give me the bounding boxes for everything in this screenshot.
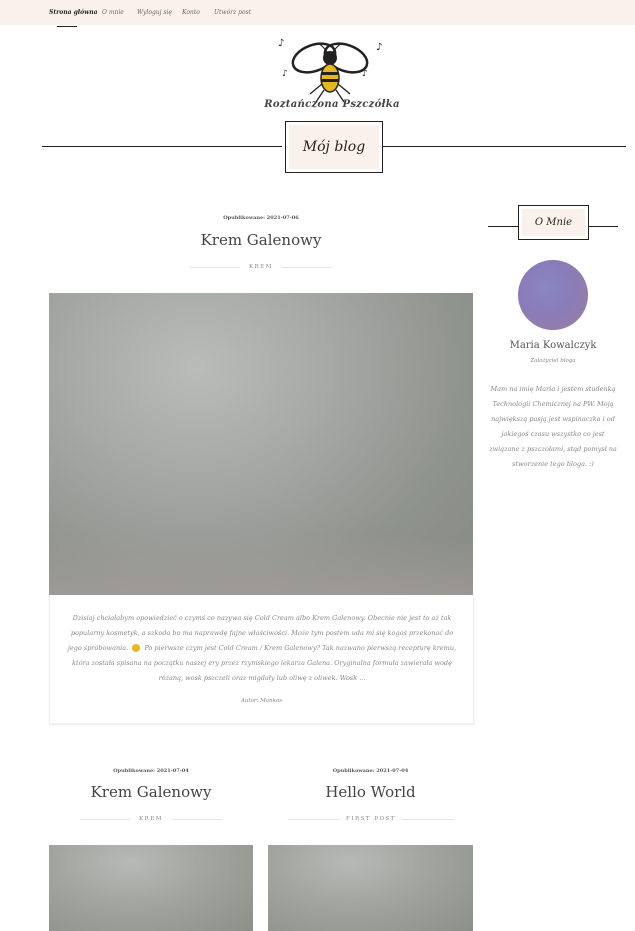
- post-title[interactable]: Krem Galenowy: [49, 231, 473, 249]
- svg-text:♪: ♪: [362, 69, 368, 79]
- post-title[interactable]: Hello World: [268, 783, 473, 801]
- svg-text:♪: ♪: [282, 69, 288, 79]
- post-thumbnail[interactable]: [49, 845, 253, 931]
- category-line-right: [282, 267, 332, 268]
- category-line-left: [190, 267, 240, 268]
- author-bio: Mam na imię Maria i jestem studenką Tech…: [489, 385, 617, 468]
- post-author: Autor: Monkos: [240, 698, 283, 704]
- category-line-right: [402, 819, 454, 820]
- image-shade: [49, 535, 473, 595]
- smile-emoji-icon: [132, 644, 141, 652]
- author-role: Założyciel bloga: [530, 358, 576, 364]
- post-date: Opublikowane: 2021-07-04: [113, 768, 189, 774]
- post-date: Opublikowane: 2021-07-04: [332, 768, 409, 774]
- avatar: [518, 260, 588, 330]
- post-category[interactable]: KREM: [240, 264, 282, 270]
- author-name: Maria Kowalczyk: [509, 340, 597, 351]
- sidebar-title: O Mnie: [522, 209, 585, 236]
- post-category[interactable]: FIRST POST: [340, 816, 402, 822]
- nav-about[interactable]: O mnie: [102, 9, 124, 16]
- category-line-right: [172, 819, 222, 820]
- title-line-right: [381, 146, 626, 147]
- title-line-left: [42, 146, 282, 147]
- post-date: Opublikowane: 2021-07-06: [223, 215, 299, 221]
- post-excerpt: Dzisiaj chciałabym opowiedzieć o czymś c…: [66, 611, 458, 686]
- post-title[interactable]: Krem Galenowy: [49, 783, 253, 801]
- category-line-left: [80, 819, 130, 820]
- sidebar-line-right: [588, 226, 618, 227]
- svg-text:♪: ♪: [278, 38, 284, 49]
- sidebar-title-box: O Mnie: [518, 205, 589, 240]
- top-navigation: Strona główna O mnie Wyloguj się Konto U…: [0, 0, 635, 25]
- post-thumbnail[interactable]: [268, 845, 473, 931]
- nav-home[interactable]: Strona główna: [49, 9, 98, 16]
- blog-title: Mój blog: [289, 125, 379, 169]
- sidebar-line-left: [488, 226, 518, 227]
- nav-logout[interactable]: Wyloguj się: [137, 9, 172, 16]
- featured-post-image[interactable]: [49, 293, 473, 595]
- post-category[interactable]: KREM: [130, 816, 172, 822]
- category-line-left: [288, 819, 340, 820]
- blog-title-box: Mój blog: [285, 121, 383, 173]
- post-card: Dzisiaj chciałabym opowiedzieć o czymś c…: [49, 595, 474, 724]
- nav-create-post[interactable]: Utwórz post: [214, 9, 251, 16]
- nav-active-underline: [57, 26, 77, 27]
- nav-account[interactable]: Konto: [182, 9, 200, 16]
- excerpt-part-2: Po pierwsze czym jest Cold Cream / Krem …: [72, 644, 457, 682]
- logo-text: Roztańczona Pszczółka: [264, 99, 400, 110]
- svg-text:♪: ♪: [376, 42, 382, 53]
